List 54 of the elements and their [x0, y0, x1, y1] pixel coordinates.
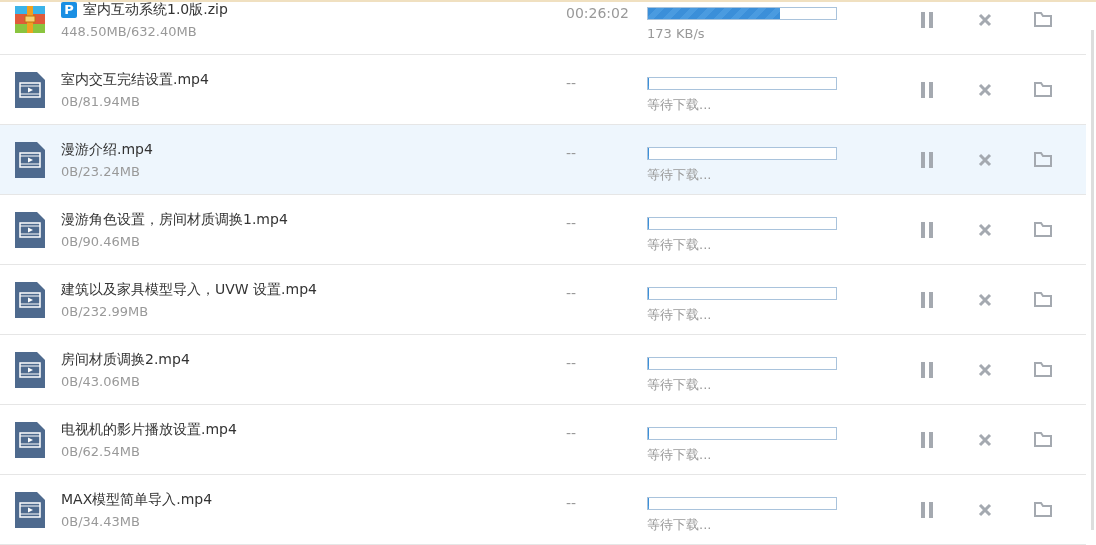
file-size: 0B/90.46MB [61, 233, 141, 249]
remaining-time: -- [566, 75, 578, 91]
download-status: 等待下载... [647, 306, 713, 324]
file-name: 漫游介绍.mp4 [61, 140, 153, 159]
video-file-icon [15, 141, 45, 178]
download-row[interactable]: 房间材质调换2.mp4 0B/43.06MB -- 等待下载... [0, 335, 1086, 405]
file-size: 0B/43.06MB [61, 373, 141, 389]
file-name: 室内交互完结设置.mp4 [61, 70, 209, 89]
folder-button[interactable] [1033, 289, 1053, 310]
remaining-time: -- [566, 355, 578, 371]
remaining-time: -- [566, 425, 578, 441]
video-file-icon [15, 491, 45, 528]
file-name: 室内互动系统1.0版.zip [83, 0, 228, 19]
video-file-icon [15, 421, 45, 458]
file-name: 电视机的影片播放设置.mp4 [61, 420, 237, 439]
file-size: 0B/62.54MB [61, 443, 141, 459]
file-size: 448.50MB/632.40MB [61, 23, 198, 39]
download-status: 等待下载... [647, 376, 713, 394]
folder-button[interactable] [1033, 359, 1053, 380]
download-status: 等待下载... [647, 516, 713, 534]
folder-button[interactable] [1033, 429, 1053, 450]
download-row[interactable]: MAX模型简单导入.mp4 0B/34.43MB -- 等待下载... [0, 475, 1086, 545]
folder-button[interactable] [1033, 79, 1053, 100]
remaining-time: -- [566, 495, 578, 511]
folder-button[interactable] [1033, 499, 1053, 520]
download-status: 等待下载... [647, 236, 713, 254]
remaining-time: -- [566, 285, 578, 301]
remaining-time: 00:26:02 [566, 5, 630, 21]
file-name: 建筑以及家具模型导入，UVW 设置.mp4 [61, 280, 317, 299]
download-row[interactable]: 漫游介绍.mp4 0B/23.24MB -- 等待下载... [0, 125, 1086, 195]
folder-button[interactable] [1033, 219, 1053, 240]
video-file-icon [15, 71, 45, 108]
video-file-icon [15, 211, 45, 248]
download-row[interactable]: 漫游角色设置，房间材质调换1.mp4 0B/90.46MB -- 等待下载... [0, 195, 1086, 265]
folder-button[interactable] [1033, 9, 1053, 30]
remaining-time: -- [566, 215, 578, 231]
download-status: 等待下载... [647, 166, 713, 184]
download-row[interactable]: P 室内互动系统1.0版.zip 448.50MB/632.40MB 00:26:02 173 KB/s [0, 0, 1086, 55]
download-status: 等待下载... [647, 446, 713, 464]
file-name: MAX模型简单导入.mp4 [61, 490, 213, 509]
video-file-icon [15, 351, 45, 388]
remaining-time: -- [566, 145, 578, 161]
download-row[interactable]: 电视机的影片播放设置.mp4 0B/62.54MB -- 等待下载... [0, 405, 1086, 475]
file-size: 0B/23.24MB [61, 163, 141, 179]
download-status: 等待下载... [647, 96, 713, 114]
folder-button[interactable] [1033, 149, 1053, 170]
file-name: 房间材质调换2.mp4 [61, 350, 190, 369]
download-row[interactable]: 建筑以及家具模型导入，UVW 设置.mp4 0B/232.99MB -- 等待下载... [0, 265, 1086, 335]
file-name: 漫游角色设置，房间材质调换1.mp4 [61, 210, 288, 229]
file-size: 0B/232.99MB [61, 303, 150, 319]
file-size: 0B/34.43MB [61, 513, 141, 529]
video-file-icon [15, 281, 45, 318]
file-size: 0B/81.94MB [61, 93, 141, 109]
download-status: 173 KB/s [647, 26, 706, 41]
